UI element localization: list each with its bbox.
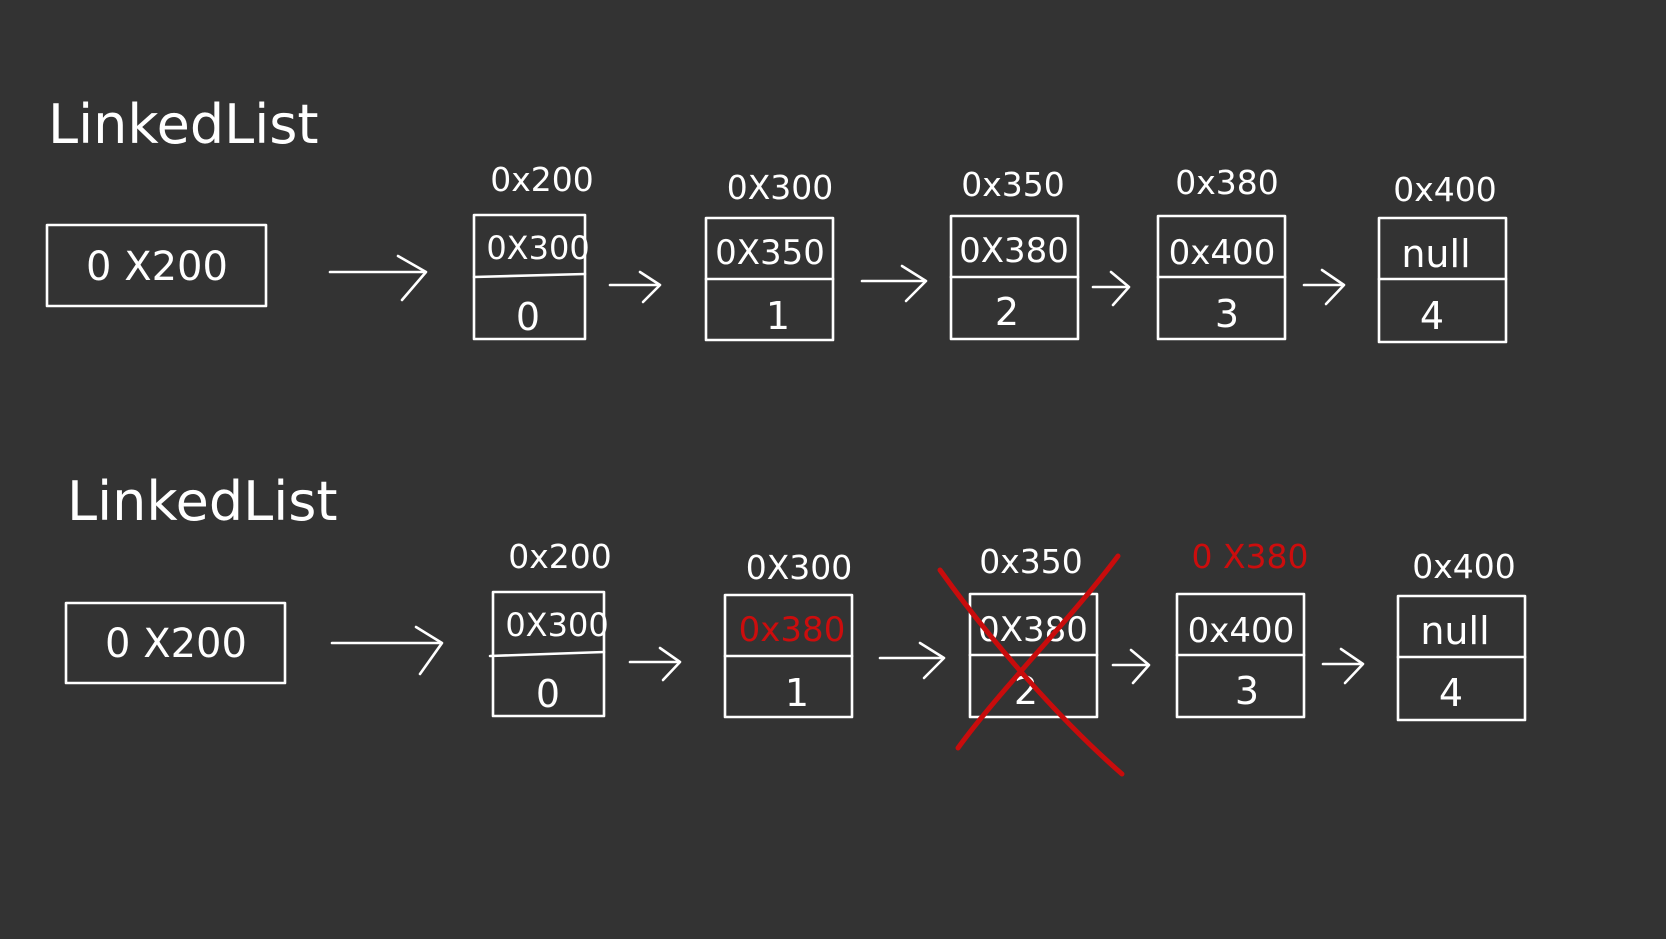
node-next-pointer: 0X380 [959, 231, 1069, 271]
arrow-icon [1111, 648, 1151, 685]
node-value: 0 [516, 295, 540, 339]
head-pointer-value: 0 X200 [86, 244, 228, 290]
arrow-icon [608, 270, 662, 304]
node-value: 3 [1235, 669, 1259, 713]
list-node: 0X300 0X350 1 [704, 168, 835, 342]
arrow-icon [1302, 268, 1346, 306]
arrow-icon [878, 641, 946, 680]
cross-out-icon [937, 553, 1125, 777]
node-value: 4 [1420, 294, 1444, 338]
node-divider [488, 650, 606, 658]
list-node: 0x200 0X300 0 [472, 160, 594, 341]
node-address: 0X300 [746, 548, 853, 587]
node-next-pointer: null [1401, 232, 1470, 276]
arrow-icon [1091, 270, 1131, 307]
arrow-icon [628, 646, 682, 682]
list-node: 0X300 0x380 1 [723, 548, 854, 719]
node-address: 0x350 [979, 542, 1083, 581]
list-node: 0x400 null 4 [1377, 170, 1508, 344]
node-next-pointer: 0x400 [1188, 611, 1295, 651]
list-node: 0x200 0X300 0 [488, 537, 612, 718]
node-next-pointer: 0X350 [715, 233, 825, 273]
diagram-title: LinkedList [48, 93, 319, 156]
arrow-icon [1321, 647, 1365, 685]
arrow-icon [328, 254, 428, 302]
node-address: 0X300 [727, 168, 834, 207]
list-node: 0 X380 0x400 3 [1175, 537, 1309, 719]
node-value: 2 [995, 290, 1019, 334]
arrow-icon [330, 625, 444, 676]
node-value: 4 [1439, 671, 1463, 715]
linked-list-diagram-2: LinkedList 0 X200 0x200 0X300 0 0X300 0x… [64, 470, 1527, 777]
list-node: 0x350 0X380 2 [949, 165, 1080, 341]
node-address: 0x200 [490, 160, 594, 199]
node-value: 0 [536, 672, 560, 716]
arrow-icon [860, 264, 928, 303]
node-next-pointer: 0X300 [486, 229, 589, 267]
node-next-pointer: null [1420, 609, 1489, 653]
node-next-pointer: 0X300 [505, 606, 608, 644]
node-address: 0x350 [961, 165, 1065, 204]
node-value: 1 [785, 671, 809, 715]
linked-list-diagram-1: LinkedList 0 X200 0x200 0X300 0 0X300 0X… [45, 93, 1508, 344]
node-address: 0x380 [1175, 163, 1279, 202]
node-next-pointer: 0x400 [1169, 233, 1276, 273]
whiteboard-canvas: LinkedList 0 X200 0x200 0X300 0 0X300 0X… [45, 93, 1527, 777]
list-node: 0x400 null 4 [1396, 547, 1527, 722]
list-node: 0x380 0x400 3 [1156, 163, 1287, 341]
head-pointer-value: 0 X200 [105, 621, 247, 667]
node-value: 1 [766, 294, 790, 338]
node-divider [472, 272, 587, 279]
node-address: 0x400 [1393, 170, 1497, 209]
node-address-highlighted: 0 X380 [1191, 537, 1308, 576]
node-next-pointer-updated: 0x380 [739, 610, 846, 650]
list-node-removed: 0x350 0X380 2 [937, 542, 1125, 777]
node-address: 0x400 [1412, 547, 1516, 586]
diagram-title: LinkedList [67, 470, 338, 533]
node-address: 0x200 [508, 537, 612, 576]
node-value: 3 [1215, 292, 1239, 336]
